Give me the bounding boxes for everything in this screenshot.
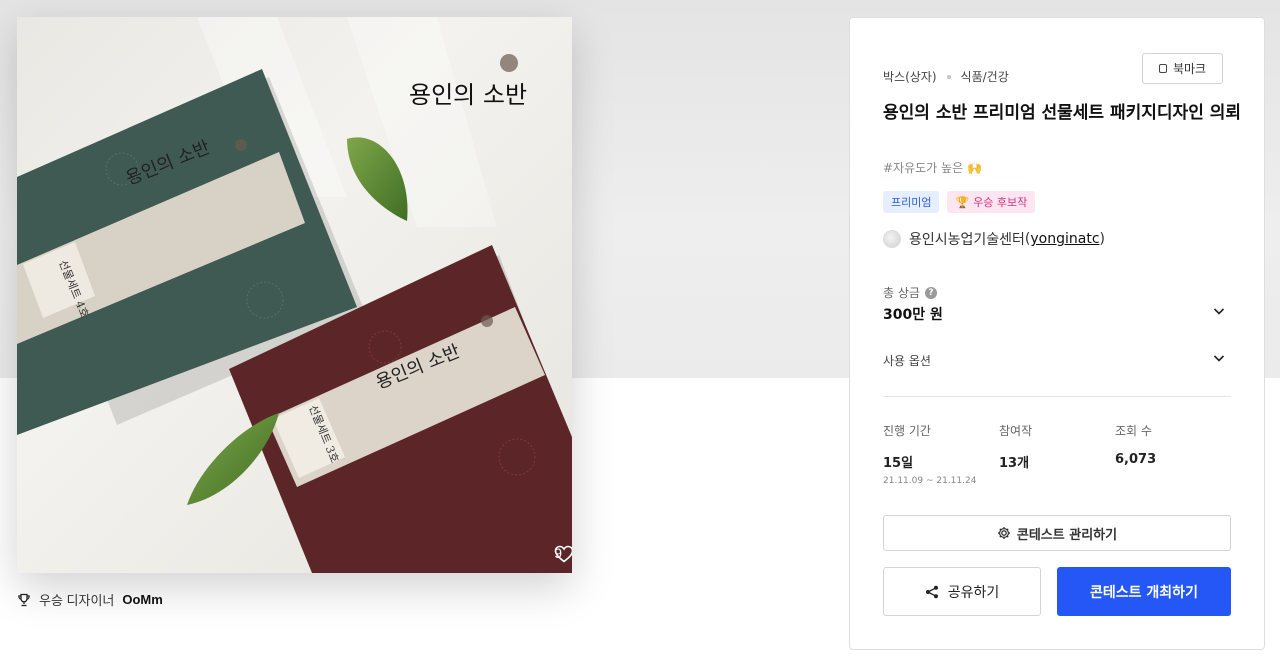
stat-entries: 참여작 13개	[999, 422, 1115, 486]
usage-options-label[interactable]: 사용 옵션	[883, 352, 931, 369]
winner-designer: 우승 디자이너 OoMm	[17, 590, 163, 609]
bookmark-icon	[1158, 64, 1167, 73]
trophy-icon	[18, 593, 30, 606]
entries-label: 참여작	[999, 424, 1033, 438]
bookmark-button[interactable]: 북마크	[1142, 53, 1223, 84]
breadcrumb: 박스(상자) 식품/건강	[883, 68, 1009, 85]
winner-candidate-label: 우승 후보작	[973, 196, 1028, 209]
contest-host[interactable]: 용인시농업기술센터 (yonginatc)	[883, 229, 1105, 249]
raised-hands-icon: 🙌	[967, 160, 983, 175]
stat-period: 진행 기간 15일 21.11.09 ~ 21.11.24	[883, 422, 999, 486]
breadcrumb-subcategory[interactable]: 식품/건강	[961, 68, 1009, 85]
heart-icon	[554, 545, 572, 563]
views-value: 6,073	[1115, 452, 1157, 467]
manage-contest-button[interactable]: 콘테스트 관리하기	[883, 515, 1231, 551]
stat-views: 조회 수 6,073	[1115, 422, 1231, 486]
trophy-icon: 🏆	[955, 195, 970, 209]
period-label: 진행 기간	[883, 424, 931, 438]
premium-badge-label: 프리미엄	[891, 196, 932, 209]
contest-title: 용인의 소반 프리미엄 선물세트 패키지디자인 의뢰	[883, 103, 1242, 123]
period-value: 15일	[883, 456, 914, 471]
brand-logo-text: 용인의 소반	[409, 81, 527, 109]
breadcrumb-category[interactable]: 박스(상자)	[883, 68, 937, 85]
prize-label: 총 상금	[883, 286, 920, 300]
host-contest-label: 콘테스트 개최하기	[1090, 584, 1198, 601]
prize-expand-chevron-icon[interactable]	[1212, 304, 1226, 318]
host-name: 용인시농업기술센터	[909, 232, 1025, 248]
premium-badge: 프리미엄	[883, 191, 940, 213]
share-icon	[925, 585, 938, 598]
divider	[883, 396, 1231, 397]
like-counter[interactable]: 9	[554, 545, 572, 563]
package-illustration: 용인의 소반 선물세트 4호 용인의 소반 선물세트 3호 용인의 소반	[17, 17, 572, 573]
share-label: 공유하기	[947, 584, 1000, 601]
tagline-text[interactable]: #자유도가 높은	[883, 159, 963, 176]
breadcrumb-separator	[946, 74, 951, 79]
winner-label: 우승 디자이너	[39, 593, 115, 608]
period-range: 21.11.09 ~ 21.11.24	[883, 476, 977, 486]
prize-value: 300만 원	[883, 307, 943, 323]
manage-contest-label: 콘테스트 관리하기	[1016, 527, 1118, 543]
share-button[interactable]: 공유하기	[883, 567, 1041, 616]
prize-label-row: 총 상금 ?	[883, 284, 937, 301]
bookmark-label: 북마크	[1172, 62, 1207, 76]
winner-name[interactable]: OoMm	[122, 592, 162, 607]
gear-icon	[997, 527, 1010, 539]
leaf-decoration-2	[187, 413, 279, 505]
views-label: 조회 수	[1115, 424, 1152, 438]
contest-info-panel: 박스(상자) 식품/건강 북마크 용인의 소반 프리미엄 선물세트 패키지디자인…	[849, 17, 1265, 650]
entries-value: 13개	[999, 456, 1030, 471]
winner-candidate-badge: 🏆 우승 후보작	[947, 191, 1036, 213]
host-handle[interactable]: yonginatc	[1030, 231, 1099, 247]
product-image[interactable]: 용인의 소반 선물세트 4호 용인의 소반 선물세트 3호 용인의 소반 9	[17, 17, 572, 573]
help-icon[interactable]: ?	[924, 286, 937, 299]
host-contest-button[interactable]: 콘테스트 개최하기	[1057, 567, 1231, 616]
host-avatar	[883, 230, 901, 248]
contest-badges: 프리미엄 🏆 우승 후보작	[883, 191, 1036, 213]
options-expand-chevron-icon[interactable]	[1212, 351, 1226, 365]
contest-tagline: #자유도가 높은 🙌	[883, 159, 982, 176]
contest-stats: 진행 기간 15일 21.11.09 ~ 21.11.24 참여작 13개 조회…	[883, 422, 1243, 486]
